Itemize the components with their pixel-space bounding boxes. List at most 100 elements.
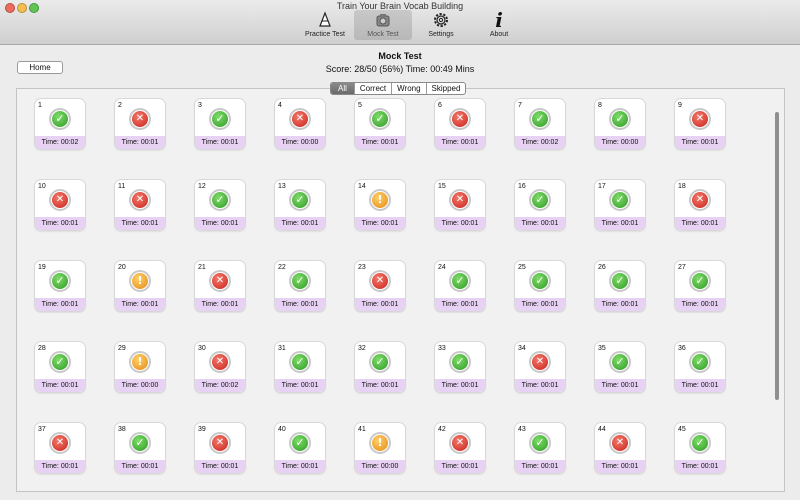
status-glyph: ✓	[292, 273, 308, 289]
question-number: 10	[38, 183, 46, 190]
question-card[interactable]: 4 ✕ Time: 00:00	[274, 98, 326, 150]
question-number: 8	[598, 102, 602, 109]
filter-correct[interactable]: Correct	[353, 83, 391, 94]
status-glyph: ✓	[52, 111, 68, 127]
status-glyph: ✕	[452, 192, 468, 208]
question-card[interactable]: 12 ✓ Time: 00:01	[194, 179, 246, 231]
cross-icon: ✕	[529, 351, 551, 373]
question-number: 14	[358, 183, 366, 190]
question-time: Time: 00:01	[435, 217, 485, 230]
question-card[interactable]: 16 ✓ Time: 00:01	[514, 179, 566, 231]
cross-icon: ✕	[369, 270, 391, 292]
check-icon: ✓	[209, 189, 231, 211]
question-card[interactable]: 1 ✓ Time: 00:02	[34, 98, 86, 150]
question-number: 29	[118, 345, 126, 352]
question-card[interactable]: 25 ✓ Time: 00:01	[514, 260, 566, 312]
question-number: 13	[278, 183, 286, 190]
question-card[interactable]: 39 ✕ Time: 00:01	[194, 422, 246, 474]
question-time: Time: 00:01	[435, 460, 485, 473]
question-time: Time: 00:01	[515, 217, 565, 230]
question-card[interactable]: 29! Time: 00:00	[114, 341, 166, 393]
cross-icon: ✕	[449, 432, 471, 454]
toolbar-practice-test-label: Practice Test	[305, 31, 345, 38]
question-time: Time: 00:01	[595, 217, 645, 230]
question-time: Time: 00:01	[355, 136, 405, 149]
question-card[interactable]: 24 ✓ Time: 00:01	[434, 260, 486, 312]
question-card[interactable]: 41! Time: 00:00	[354, 422, 406, 474]
question-card[interactable]: 13 ✓ Time: 00:01	[274, 179, 326, 231]
question-card[interactable]: 19 ✓ Time: 00:01	[34, 260, 86, 312]
question-card[interactable]: 40 ✓ Time: 00:01	[274, 422, 326, 474]
toolbar-settings[interactable]: Settings	[412, 10, 470, 40]
gear-icon	[434, 13, 448, 27]
status-glyph: ✓	[132, 435, 148, 451]
status-glyph: ✓	[452, 273, 468, 289]
question-card[interactable]: 22 ✓ Time: 00:01	[274, 260, 326, 312]
question-card[interactable]: 17 ✓ Time: 00:01	[594, 179, 646, 231]
question-card[interactable]: 36 ✓ Time: 00:01	[674, 341, 726, 393]
question-number: 37	[38, 426, 46, 433]
page-title: Mock Test	[378, 51, 422, 61]
question-card[interactable]: 5 ✓ Time: 00:01	[354, 98, 406, 150]
question-card[interactable]: 26 ✓ Time: 00:01	[594, 260, 646, 312]
question-card[interactable]: 44 ✕ Time: 00:01	[594, 422, 646, 474]
question-card[interactable]: 30 ✕ Time: 00:02	[194, 341, 246, 393]
filter-all[interactable]: All	[331, 83, 354, 94]
toolbar-mock-test[interactable]: Mock Test	[354, 10, 412, 40]
question-number: 38	[118, 426, 126, 433]
question-card[interactable]: 15 ✕ Time: 00:01	[434, 179, 486, 231]
question-card[interactable]: 6 ✕ Time: 00:01	[434, 98, 486, 150]
question-time: Time: 00:01	[675, 136, 725, 149]
question-card[interactable]: 2 ✕ Time: 00:01	[114, 98, 166, 150]
question-time: Time: 00:01	[115, 298, 165, 311]
question-card[interactable]: 10 ✕ Time: 00:01	[34, 179, 86, 231]
question-card[interactable]: 8 ✓ Time: 00:00	[594, 98, 646, 150]
question-card[interactable]: 31 ✓ Time: 00:01	[274, 341, 326, 393]
question-card[interactable]: 11 ✕ Time: 00:01	[114, 179, 166, 231]
question-card[interactable]: 45 ✓ Time: 00:01	[674, 422, 726, 474]
question-card[interactable]: 35 ✓ Time: 00:01	[594, 341, 646, 393]
exclamation-icon: !	[129, 270, 151, 292]
status-glyph: ✓	[692, 354, 708, 370]
toolbar-about[interactable]: i About	[470, 10, 528, 40]
question-card[interactable]: 23 ✕ Time: 00:01	[354, 260, 406, 312]
check-icon: ✓	[609, 108, 631, 130]
cross-icon: ✕	[209, 432, 231, 454]
question-card[interactable]: 14! Time: 00:01	[354, 179, 406, 231]
cross-icon: ✕	[129, 108, 151, 130]
status-glyph: ✓	[532, 273, 548, 289]
question-time: Time: 00:01	[115, 136, 165, 149]
question-card[interactable]: 20! Time: 00:01	[114, 260, 166, 312]
question-card[interactable]: 38 ✓ Time: 00:01	[114, 422, 166, 474]
question-card[interactable]: 42 ✕ Time: 00:01	[434, 422, 486, 474]
filter-wrong[interactable]: Wrong	[391, 83, 425, 94]
question-card[interactable]: 32 ✓ Time: 00:01	[354, 341, 406, 393]
question-card[interactable]: 9 ✕ Time: 00:01	[674, 98, 726, 150]
status-glyph: ✕	[452, 435, 468, 451]
question-card[interactable]: 34 ✕ Time: 00:01	[514, 341, 566, 393]
question-card[interactable]: 3 ✓ Time: 00:01	[194, 98, 246, 150]
status-glyph: !	[132, 354, 148, 370]
question-card[interactable]: 33 ✓ Time: 00:01	[434, 341, 486, 393]
question-card[interactable]: 18 ✕ Time: 00:01	[674, 179, 726, 231]
cross-icon: ✕	[289, 108, 311, 130]
question-card[interactable]: 43 ✓ Time: 00:01	[514, 422, 566, 474]
cross-icon: ✕	[49, 432, 71, 454]
question-card[interactable]: 27 ✓ Time: 00:01	[674, 260, 726, 312]
score-summary: Score: 28/50 (56%) Time: 00:49 Mins	[325, 64, 475, 74]
vertical-scrollbar[interactable]	[775, 112, 779, 400]
cross-icon: ✕	[129, 189, 151, 211]
question-time: Time: 00:01	[515, 298, 565, 311]
question-card[interactable]: 28 ✓ Time: 00:01	[34, 341, 86, 393]
question-card[interactable]: 37 ✕ Time: 00:01	[34, 422, 86, 474]
question-time: Time: 00:01	[435, 298, 485, 311]
question-number: 34	[518, 345, 526, 352]
status-glyph: ✕	[372, 273, 388, 289]
question-card[interactable]: 21 ✕ Time: 00:01	[194, 260, 246, 312]
toolbar-about-label: About	[489, 31, 509, 38]
filter-skipped[interactable]: Skipped	[425, 83, 466, 94]
question-card[interactable]: 7 ✓ Time: 00:02	[514, 98, 566, 150]
app-window: Train Your Brain Vocab Building Practice…	[0, 0, 800, 500]
toolbar-practice-test[interactable]: Practice Test	[296, 10, 354, 40]
cross-icon: ✕	[449, 189, 471, 211]
